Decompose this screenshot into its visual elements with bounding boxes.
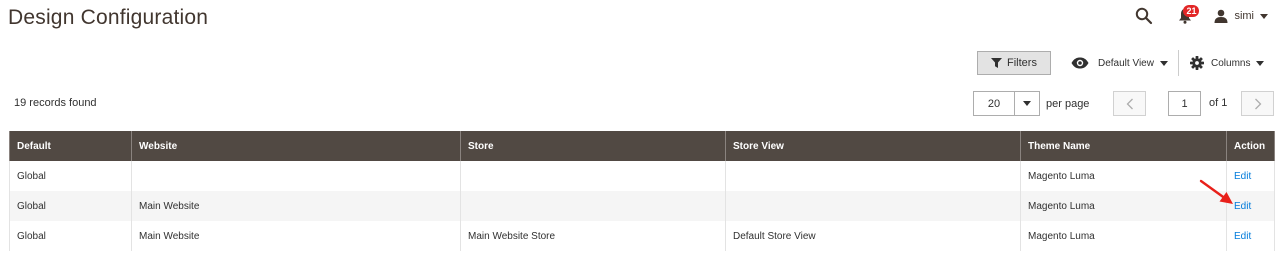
column-header-website[interactable]: Website (131, 131, 461, 161)
edit-link[interactable]: Edit (1234, 171, 1251, 182)
column-header-store-view[interactable]: Store View (725, 131, 1021, 161)
chevron-right-icon (1254, 98, 1261, 109)
view-label: Default View (1098, 57, 1154, 69)
columns-label: Columns (1211, 57, 1251, 69)
annotation-arrow-icon (1199, 179, 1233, 204)
grid-header-row: Default Website Store Store View Theme N… (9, 131, 1275, 161)
cell-action: Edit (1226, 221, 1275, 251)
table-row: Global Magento Luma Edit (9, 161, 1275, 191)
edit-link[interactable]: Edit (1234, 201, 1251, 212)
chevron-down-icon (1256, 60, 1265, 66)
total-pages: of 1 (1209, 97, 1228, 109)
notifications-button[interactable]: 21 (1174, 5, 1200, 27)
toolbar-divider (1178, 50, 1179, 76)
per-page-select[interactable]: 20 (973, 91, 1040, 116)
cell-default: Global (9, 221, 132, 251)
cell-store-view: Default Store View (725, 221, 1021, 251)
chevron-down-icon (1260, 13, 1268, 19)
column-header-default[interactable]: Default (9, 131, 132, 161)
cell-website: Main Website (131, 191, 461, 221)
records-found: 19 records found (14, 97, 97, 109)
filter-icon (991, 58, 1003, 68)
previous-page-button[interactable] (1113, 91, 1146, 116)
column-header-action: Action (1226, 131, 1275, 161)
cell-store-view (725, 191, 1021, 221)
cell-website: Main Website (131, 221, 461, 251)
notification-count-badge: 21 (1183, 5, 1200, 17)
search-icon (1136, 7, 1153, 25)
edit-link[interactable]: Edit (1234, 231, 1251, 242)
user-name: simi (1234, 10, 1254, 22)
chevron-down-icon (1159, 60, 1168, 66)
next-page-button[interactable] (1241, 91, 1274, 116)
columns-control[interactable]: Columns (1190, 52, 1265, 74)
column-header-theme-name[interactable]: Theme Name (1020, 131, 1227, 161)
user-icon (1214, 9, 1228, 23)
cell-store: Main Website Store (460, 221, 726, 251)
current-page-input[interactable] (1168, 91, 1201, 116)
table-row: Global Main Website Magento Luma Edit (9, 191, 1275, 221)
cell-store (460, 191, 726, 221)
chevron-down-icon (1023, 101, 1031, 106)
page-title: Design Configuration (8, 6, 209, 29)
gear-icon (1190, 56, 1204, 70)
cell-website (131, 161, 461, 191)
cell-theme-name: Magento Luma (1020, 191, 1227, 221)
filters-label: Filters (1007, 57, 1037, 69)
per-page-toggle[interactable] (1014, 92, 1039, 115)
per-page-control: 20 per page (973, 91, 1089, 116)
per-page-value: 20 (987, 97, 1001, 110)
user-menu[interactable]: simi (1214, 9, 1268, 23)
per-page-label: per page (1046, 97, 1090, 110)
search-button[interactable] (1132, 4, 1156, 28)
column-header-store[interactable]: Store (460, 131, 726, 161)
cell-theme-name: Magento Luma (1020, 161, 1227, 191)
eye-icon (1071, 57, 1089, 69)
cell-store (460, 161, 726, 191)
cell-default: Global (9, 191, 132, 221)
filters-button[interactable]: Filters (977, 51, 1051, 75)
design-config-grid: Default Website Store Store View Theme N… (9, 131, 1275, 251)
header-actions: 21 simi (1132, 4, 1268, 28)
view-switcher[interactable]: Default View (1071, 52, 1168, 74)
chevron-left-icon (1126, 98, 1133, 109)
table-row: Global Main Website Main Website Store D… (9, 221, 1275, 251)
cell-theme-name: Magento Luma (1020, 221, 1227, 251)
cell-default: Global (9, 161, 132, 191)
cell-store-view (725, 161, 1021, 191)
